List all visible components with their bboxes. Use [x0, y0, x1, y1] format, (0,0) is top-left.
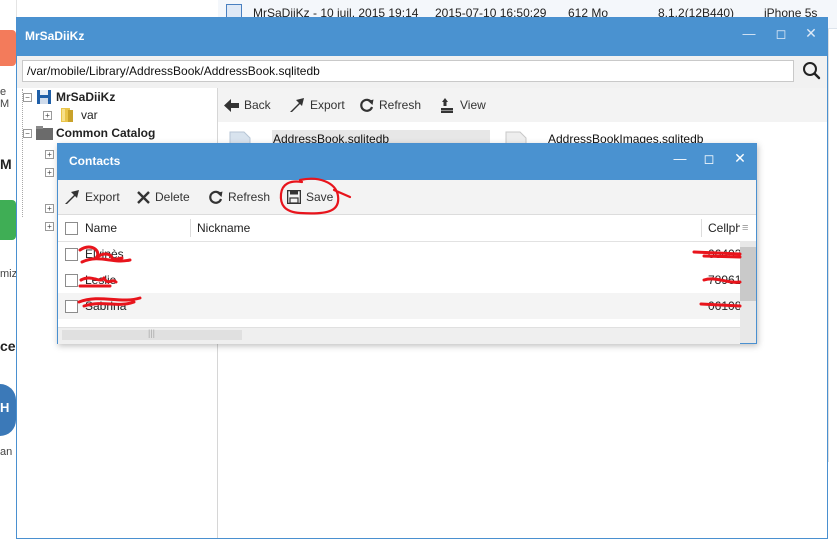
- column-chooser-icon[interactable]: ≡: [742, 222, 748, 234]
- path-input[interactable]: /var/mobile/Library/AddressBook/AddressB…: [22, 60, 794, 82]
- bg-fragment: an: [0, 446, 13, 458]
- bg-fragment: ce: [0, 338, 16, 354]
- search-icon: [803, 62, 821, 80]
- export-icon: [65, 190, 79, 204]
- back-button[interactable]: Back: [224, 88, 271, 122]
- refresh-icon: [360, 98, 374, 112]
- expand-icon[interactable]: +: [45, 150, 54, 159]
- contacts-export-button[interactable]: Export: [65, 180, 120, 214]
- close-icon[interactable]: ✕: [801, 25, 821, 42]
- view-button[interactable]: View: [441, 88, 486, 122]
- bg-fragment: M: [0, 156, 12, 172]
- contacts-dialog-title: Contacts: [69, 154, 121, 168]
- contacts-titlebar[interactable]: Contacts — ◻ ✕: [58, 144, 756, 180]
- maximize-icon[interactable]: ◻: [771, 26, 791, 42]
- row-checkbox[interactable]: [65, 248, 78, 261]
- column-divider[interactable]: [701, 219, 702, 237]
- close-icon[interactable]: ✕: [730, 150, 750, 167]
- column-header-nickname[interactable]: Nickname: [197, 221, 250, 235]
- tree-item-label: MrSaDiiKz: [56, 90, 116, 104]
- export-button[interactable]: Export: [290, 88, 345, 122]
- contacts-refresh-button[interactable]: Refresh: [208, 180, 270, 214]
- table-row[interactable]: Leslie 78961: [58, 267, 740, 293]
- contact-name: Leslie: [85, 273, 117, 287]
- contact-name: Elvinès: [85, 247, 124, 261]
- search-button[interactable]: [798, 58, 826, 84]
- folder-icon: [61, 108, 73, 122]
- column-header-name[interactable]: Name: [85, 221, 117, 235]
- main-titlebar[interactable]: MrSaDiiKz — ◻ ✕: [17, 18, 827, 56]
- tree-item-label: Common Catalog: [56, 126, 156, 140]
- row-checkbox[interactable]: [65, 274, 78, 287]
- back-arrow-icon: [224, 98, 239, 112]
- export-icon: [290, 98, 304, 112]
- bg-fragment: e M: [0, 86, 10, 110]
- bg-app-tile-orange: [0, 30, 16, 66]
- vertical-scroll-thumb[interactable]: [740, 247, 756, 301]
- contact-cellphone: 78961: [708, 273, 740, 287]
- bg-right-edge: [828, 28, 837, 462]
- tree-guide: [22, 89, 24, 217]
- column-header-cellphone[interactable]: Cellph: [708, 221, 740, 235]
- minimize-icon[interactable]: —: [670, 151, 690, 166]
- main-toolbar: Back Export Refresh View: [218, 88, 827, 123]
- view-icon: [441, 97, 453, 113]
- table-row[interactable]: Sabrina 061081: [58, 293, 740, 319]
- background-app-left-edge: e M M mizi ce H an: [0, 0, 20, 539]
- maximize-icon[interactable]: ◻: [699, 151, 719, 167]
- expand-icon[interactable]: +: [45, 168, 54, 177]
- bg-app-tile-green: [0, 200, 16, 240]
- row-checkbox[interactable]: [65, 300, 78, 313]
- minimize-icon[interactable]: —: [739, 26, 759, 41]
- expand-icon[interactable]: +: [45, 222, 54, 231]
- contacts-table-header: Name Nickname Cellph ≡: [58, 215, 756, 242]
- expand-icon[interactable]: +: [43, 111, 52, 120]
- bg-app-tile-blue: H: [0, 384, 16, 436]
- select-all-checkbox[interactable]: [65, 222, 78, 235]
- catalog-folder-icon: [36, 126, 53, 140]
- contacts-toolbar: Export Delete Refresh Save: [58, 180, 756, 215]
- collapse-icon[interactable]: −: [23, 93, 32, 102]
- contacts-dialog: Contacts — ◻ ✕ Export Delete Refresh Sav…: [57, 143, 757, 344]
- table-row[interactable]: Elvinès 064031: [58, 241, 740, 267]
- floppy-disk-icon: [37, 90, 51, 104]
- refresh-button[interactable]: Refresh: [359, 88, 421, 122]
- path-bar: /var/mobile/Library/AddressBook/AddressB…: [17, 56, 827, 89]
- contact-cellphone: 061081: [708, 299, 740, 313]
- contact-cellphone: 064031: [708, 247, 740, 261]
- main-window-title: MrSaDiiKz: [25, 29, 85, 43]
- save-icon: [287, 190, 301, 204]
- tree-item-label: var: [81, 108, 98, 122]
- contact-name: Sabrina: [85, 299, 127, 313]
- collapse-icon[interactable]: −: [23, 129, 32, 138]
- refresh-icon: [209, 190, 223, 204]
- expand-icon[interactable]: +: [45, 204, 54, 213]
- delete-icon: [137, 190, 150, 204]
- column-divider[interactable]: [190, 219, 191, 237]
- contacts-delete-button[interactable]: Delete: [137, 180, 190, 214]
- horizontal-scroll-thumb[interactable]: |||: [62, 328, 242, 340]
- contacts-save-button[interactable]: Save: [287, 180, 333, 214]
